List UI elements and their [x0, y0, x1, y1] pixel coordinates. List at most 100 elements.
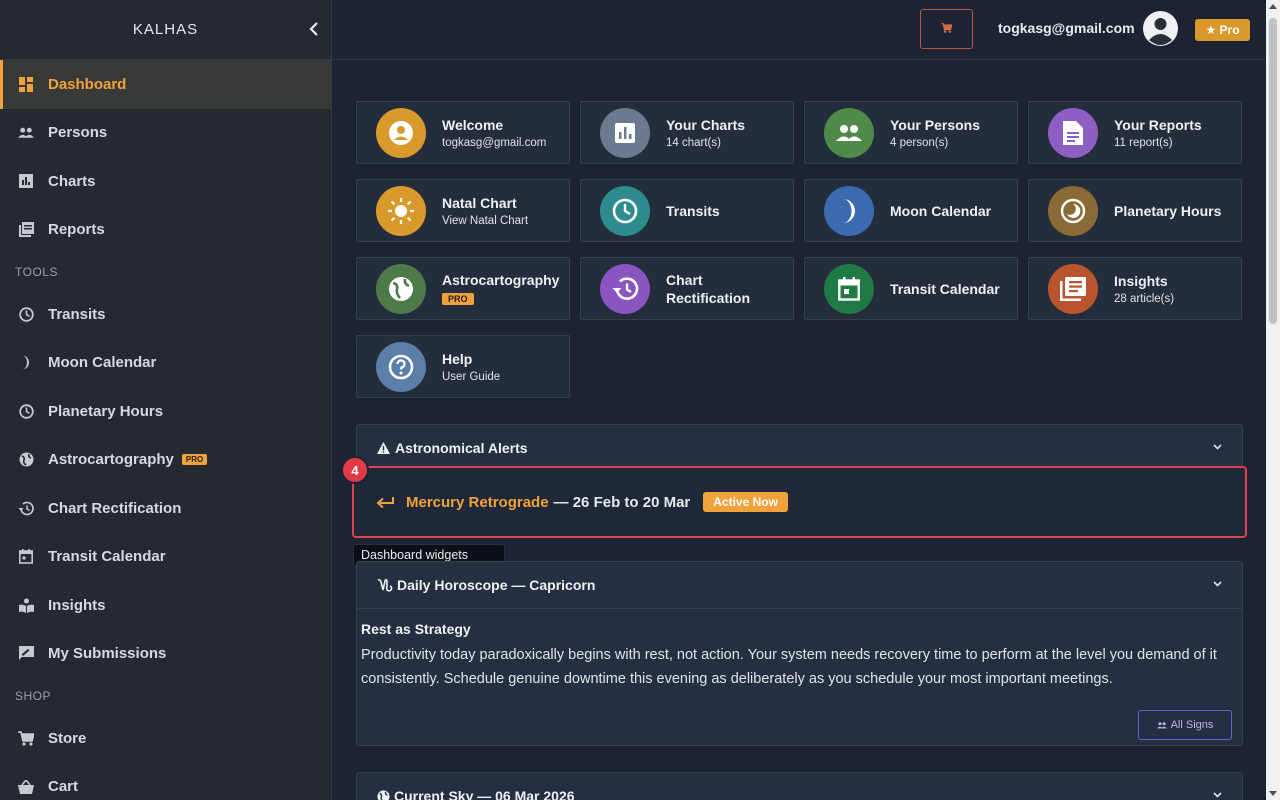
alert-item[interactable]: Mercury Retrograde — 26 Feb to 20 Mar Ac…: [352, 466, 1247, 538]
alert-name[interactable]: Mercury Retrograde: [406, 494, 549, 511]
sidebar-item-label: My Submissions: [48, 645, 167, 663]
arrow-left-icon: [376, 496, 394, 508]
card-title: Help: [442, 351, 473, 367]
sidebar-item-persons[interactable]: Persons: [0, 109, 331, 158]
card-insights[interactable]: Insights 28 article(s): [1028, 257, 1242, 320]
basket-icon: [18, 779, 34, 795]
sidebar-item-planetary-hours[interactable]: Planetary Hours: [0, 387, 331, 436]
card-subtitle: 4 person(s): [890, 137, 949, 149]
dashboard-icon: [18, 76, 34, 92]
cart-icon: [18, 730, 34, 746]
alerts-title: Astronomical Alerts: [395, 440, 528, 456]
card-natal-chart[interactable]: Natal Chart View Natal Chart: [356, 179, 570, 242]
cart-icon: [941, 20, 953, 38]
card-title-line-2: Rectification: [666, 289, 751, 306]
card-planetary-hours[interactable]: Planetary Hours: [1028, 179, 1242, 242]
reports-icon: [18, 222, 34, 238]
card-your-persons[interactable]: Your Persons 4 person(s): [804, 101, 1018, 164]
horoscope-text: Productivity today paradoxically begins …: [361, 647, 1217, 687]
card-title: Your Charts: [666, 117, 746, 133]
card-title: Transit Calendar: [890, 280, 1000, 297]
chevron-down-icon[interactable]: [1213, 789, 1222, 800]
chevron-down-icon[interactable]: [1213, 441, 1222, 453]
horoscope-panel: Daily Horoscope — Capricorn Rest as Stra…: [356, 561, 1243, 746]
scroll-thumb[interactable]: [1269, 18, 1277, 324]
feedback-icon: [18, 646, 34, 662]
card-transit-calendar[interactable]: Transit Calendar: [804, 257, 1018, 320]
calendar-icon: [824, 263, 874, 314]
card-welcome[interactable]: Welcome togkasg@gmail.com: [356, 101, 570, 164]
help-icon: [376, 341, 426, 392]
moon-icon: [18, 355, 34, 371]
calendar-icon: [18, 549, 34, 565]
sidebar-item-dashboard[interactable]: Dashboard: [0, 60, 331, 109]
card-title: Moon Calendar: [890, 202, 992, 219]
user-email[interactable]: togkasg@gmail.com: [998, 20, 1135, 36]
all-signs-label: All Signs: [1170, 719, 1214, 731]
scroll-down-arrow-icon[interactable]: [1269, 791, 1277, 796]
sidebar-item-cart[interactable]: Cart: [0, 763, 331, 800]
sidebar: KALHAS Dashboard Persons Charts Reports …: [0, 0, 332, 800]
sidebar-item-label: Persons: [48, 124, 108, 142]
annotation-marker: 4: [341, 456, 369, 484]
sidebar-item-chart-rectification[interactable]: Chart Rectification: [0, 484, 331, 533]
card-title: Natal Chart: [442, 195, 517, 211]
pro-badge: PRO: [442, 292, 474, 305]
card-subtitle: 28 article(s): [1114, 293, 1175, 305]
current-sky-panel-header[interactable]: Current Sky — 06 Mar 2026: [357, 773, 1242, 800]
sidebar-item-my-submissions[interactable]: My Submissions: [0, 630, 331, 679]
card-transits[interactable]: Transits: [580, 179, 794, 242]
pro-button[interactable]: ★ Pro: [1195, 19, 1250, 41]
horoscope-panel-header[interactable]: Daily Horoscope — Capricorn: [357, 562, 1242, 608]
globe-icon: [376, 263, 426, 314]
sidebar-item-label: Transits: [48, 305, 106, 323]
card-your-reports[interactable]: Your Reports 11 report(s): [1028, 101, 1242, 164]
chevron-left-icon[interactable]: [307, 22, 321, 38]
warning-icon: [377, 442, 390, 454]
alerts-panel-header[interactable]: Astronomical Alerts: [357, 425, 1242, 471]
reader-icon: [1048, 263, 1098, 314]
sidebar-item-label: Moon Calendar: [48, 354, 157, 372]
sidebar-item-moon-calendar[interactable]: Moon Calendar: [0, 339, 331, 388]
all-signs-button[interactable]: All Signs: [1138, 710, 1232, 740]
people-icon: [18, 125, 34, 141]
sidebar-item-label: Transit Calendar: [48, 548, 166, 566]
history-icon: [18, 500, 34, 516]
card-subtitle: User Guide: [442, 371, 501, 383]
sidebar-item-insights[interactable]: Insights: [0, 581, 331, 630]
sidebar-item-transits[interactable]: Transits: [0, 290, 331, 339]
globe-icon: [18, 452, 34, 468]
capricorn-icon: [377, 578, 393, 592]
sidebar-item-astrocartography[interactable]: Astrocartography PRO: [0, 436, 331, 485]
horoscope-heading: Rest as Strategy: [361, 621, 471, 637]
card-subtitle: 14 chart(s): [666, 137, 721, 149]
reader-icon: [18, 597, 34, 613]
alert-dates: — 26 Feb to 20 Mar: [553, 493, 691, 511]
current-sky-title: Current Sky — 06 Mar 2026: [394, 788, 575, 800]
account-circle-icon[interactable]: [1143, 11, 1178, 46]
card-title-line-1: Chart: [666, 271, 703, 288]
scrollbar[interactable]: [1266, 0, 1280, 800]
card-astrocartography[interactable]: Astrocartography PRO: [356, 257, 570, 320]
scroll-up-arrow-icon[interactable]: [1269, 4, 1277, 9]
sidebar-item-reports[interactable]: Reports: [0, 206, 331, 255]
cart-button[interactable]: [920, 9, 973, 49]
sun-icon: [376, 185, 426, 236]
card-moon-calendar[interactable]: Moon Calendar: [804, 179, 1018, 242]
tools-heading: TOOLS: [15, 265, 58, 279]
sidebar-item-charts[interactable]: Charts: [0, 157, 331, 206]
card-chart-rectification[interactable]: Chart Rectification: [580, 257, 794, 320]
account-icon: [376, 107, 426, 158]
status-badge: Active Now: [703, 492, 788, 512]
people-icon: [824, 107, 874, 158]
card-help[interactable]: Help User Guide: [356, 335, 570, 398]
current-sky-panel: Current Sky — 06 Mar 2026: [356, 772, 1243, 800]
chevron-down-icon[interactable]: [1213, 578, 1222, 590]
card-title: Transits: [666, 202, 720, 219]
document-icon: [1048, 107, 1098, 158]
sidebar-item-label: Chart Rectification: [48, 499, 182, 517]
pro-badge: PRO: [181, 454, 208, 466]
sidebar-item-transit-calendar[interactable]: Transit Calendar: [0, 533, 331, 582]
sidebar-item-store[interactable]: Store: [0, 714, 331, 763]
card-your-charts[interactable]: Your Charts 14 chart(s): [580, 101, 794, 164]
